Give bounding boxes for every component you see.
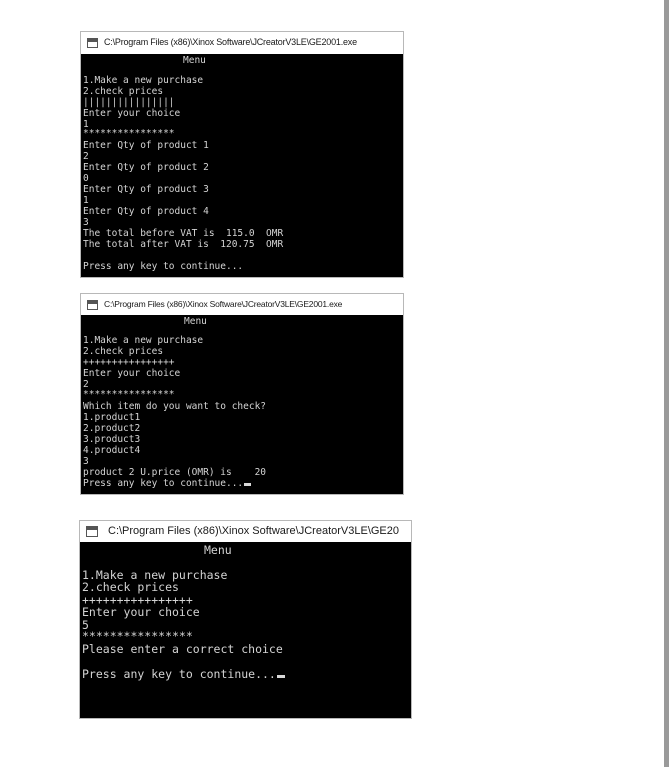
console-line: 3.product3 — [83, 434, 141, 445]
console-line: 4.product4 — [83, 445, 141, 456]
console-line: **************** — [83, 389, 175, 400]
console-output: Menu 1.Make a new purchase 2.check price… — [80, 542, 411, 718]
console-line: Press any key to continue... — [83, 478, 244, 489]
page-edge-border — [664, 0, 669, 767]
console-line-with-cursor: Press any key to continue... — [82, 667, 285, 681]
menu-heading: Menu — [204, 543, 232, 557]
console-app-icon — [86, 526, 98, 537]
console-output: Menu 1.Make a new purchase 2.check price… — [81, 315, 403, 494]
console-app-icon — [87, 38, 98, 48]
console-line: Press any key to continue... — [82, 667, 276, 681]
console-output: Menu 1.Make a new purchase 2.check price… — [81, 54, 403, 277]
console-line: **************** — [83, 128, 175, 139]
console-line: 3 — [83, 456, 89, 467]
console-line: 3 — [83, 217, 89, 228]
console-window-1: C:\Program Files (x86)\Xinox Software\JC… — [80, 31, 404, 278]
console-line: Enter Qty of product 3 — [83, 184, 209, 195]
console-line: **************** — [82, 629, 193, 643]
window-title: C:\Program Files (x86)\Xinox Software\JC… — [108, 525, 400, 537]
window-titlebar[interactable]: C:\Program Files (x86)\Xinox Software\JC… — [81, 294, 403, 315]
console-line-with-cursor: Press any key to continue... — [83, 478, 252, 489]
console-line: ++++++++++++++++ — [83, 357, 175, 368]
console-line: Enter your choice — [83, 368, 181, 379]
console-line: 2 — [83, 151, 89, 162]
console-line: |||||||||||||||| — [83, 97, 175, 108]
menu-heading: Menu — [183, 55, 206, 66]
console-line: The total after VAT is 120.75 OMR — [83, 239, 284, 250]
console-line: Enter your choice — [83, 108, 181, 119]
text-cursor — [276, 675, 285, 678]
console-line: 1.product1 — [83, 412, 141, 423]
window-title: C:\Program Files (x86)\Xinox Software\JC… — [104, 37, 357, 47]
console-line: 1 — [83, 195, 89, 206]
console-line: Please enter a correct choice — [82, 642, 283, 656]
text-cursor — [244, 483, 252, 486]
window-title: C:\Program Files (x86)\Xinox Software\JC… — [104, 299, 343, 309]
console-line: product 2 U.price (OMR) is 20 — [83, 467, 267, 478]
console-line: 1.Make a new purchase — [83, 335, 204, 346]
console-line: The total before VAT is 115.0 OMR — [83, 228, 284, 239]
console-window-2: C:\Program Files (x86)\Xinox Software\JC… — [80, 293, 404, 495]
window-titlebar[interactable]: C:\Program Files (x86)\Xinox Software\JC… — [81, 32, 403, 54]
console-line: Enter your choice — [82, 605, 200, 619]
window-titlebar[interactable]: C:\Program Files (x86)\Xinox Software\JC… — [80, 521, 411, 542]
console-line: Enter Qty of product 1 — [83, 140, 209, 151]
console-line: Press any key to continue... — [83, 261, 244, 272]
console-window-3: C:\Program Files (x86)\Xinox Software\JC… — [79, 520, 412, 719]
console-app-icon — [87, 300, 98, 310]
console-line: 2.check prices — [83, 346, 164, 357]
console-line: 2.check prices — [83, 86, 164, 97]
menu-heading: Menu — [184, 316, 207, 327]
console-line: 1.Make a new purchase — [83, 75, 204, 86]
console-line: Enter Qty of product 2 — [83, 162, 209, 173]
console-line: Enter Qty of product 4 — [83, 206, 209, 217]
console-line: 2.product2 — [83, 423, 141, 434]
console-line: 0 — [83, 173, 89, 184]
console-line: 2.check prices — [82, 580, 179, 594]
console-line: Which item do you want to check? — [83, 401, 267, 412]
